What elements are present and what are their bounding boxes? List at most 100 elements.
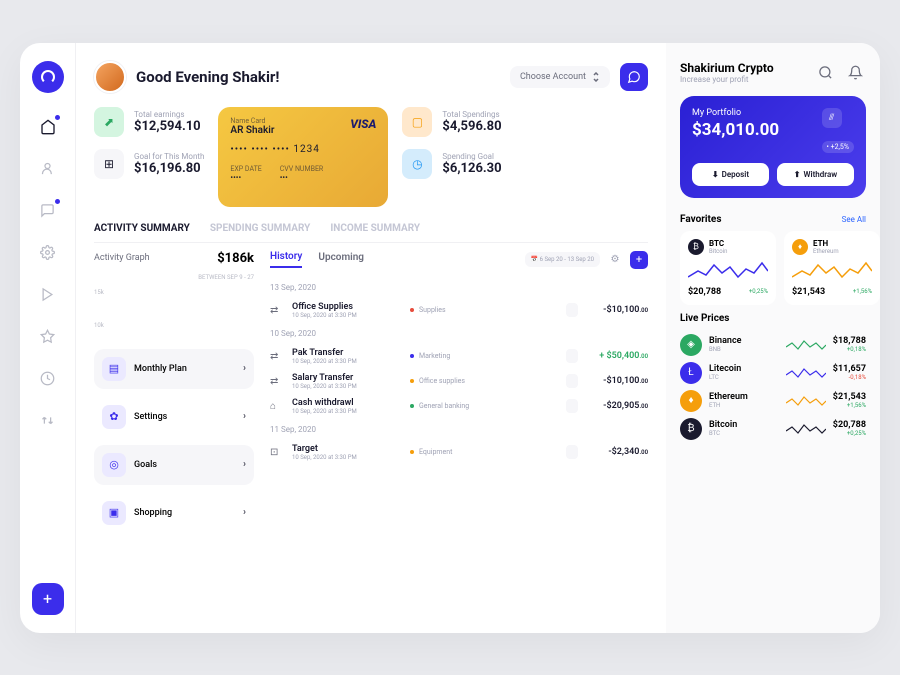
stat-earnings: ⬈ Total earnings$12,594.10	[94, 107, 204, 137]
settings-icon[interactable]: ⚙	[606, 251, 624, 269]
favorites-row: ₿BTCBitcoin$20,788+0,25%♦ETHEthereum$21,…	[680, 231, 866, 305]
transaction-date: 10 Sep, 2020	[270, 329, 648, 338]
tab-activity[interactable]: ACTIVITY SUMMARY	[94, 223, 190, 234]
graph-subtitle: BETWEEN SEP 9 - 27	[94, 274, 254, 281]
link-monthly-plan[interactable]: ▤Monthly Plan›	[94, 349, 254, 389]
sparkline	[792, 259, 872, 283]
transaction-date: 11 Sep, 2020	[270, 425, 648, 434]
bell-icon	[848, 65, 863, 80]
history-column: History Upcoming 📅 6 Sep 20 - 13 Sep 20 …	[270, 251, 648, 633]
transaction-row[interactable]: ⌂Cash withdrawl10 Sep, 2020 at 3:30 PMGe…	[270, 394, 648, 419]
tx-time: 10 Sep, 2020 at 3:30 PM	[292, 454, 402, 461]
crypto-icon: ₿	[680, 418, 702, 440]
nav-settings[interactable]	[34, 239, 62, 267]
nav-transfer[interactable]	[34, 407, 62, 435]
notifications-button[interactable]	[844, 61, 866, 83]
grid-icon: ⊞	[94, 149, 124, 179]
crypto-icon: ♦	[680, 390, 702, 412]
bag-icon: ▣	[102, 501, 126, 525]
chat-button[interactable]	[620, 63, 648, 91]
date-range-picker[interactable]: 📅 6 Sep 20 - 13 Sep 20	[525, 252, 600, 267]
left-column: Activity Graph $186k BETWEEN SEP 9 - 27 …	[94, 251, 254, 633]
sparkline	[786, 337, 826, 353]
live-prices-list: ◈BinanceBNB$18,788+0,18% ŁLitecoinLTC$11,…	[680, 334, 866, 615]
tab-income[interactable]: INCOME SUMMARY	[330, 223, 420, 234]
nav-profile[interactable]	[34, 155, 62, 183]
nav-add-button[interactable]: +	[32, 583, 64, 615]
activity-graph	[108, 293, 144, 333]
nav-history[interactable]	[34, 365, 62, 393]
sparkline	[786, 421, 826, 437]
chart-icon[interactable]: ⫻	[822, 108, 842, 128]
link-goals[interactable]: ◎Goals›	[94, 445, 254, 485]
nav-home[interactable]	[34, 113, 62, 141]
upload-icon: ⬆	[794, 170, 801, 179]
main-content: Good Evening Shakir! Choose Account ⬈ To…	[76, 43, 666, 633]
stat-goal: ⊞ Goal for This Month$16,196.80	[94, 149, 204, 179]
account-selector[interactable]: Choose Account	[510, 66, 610, 88]
chevron-right-icon: ›	[243, 507, 246, 518]
tab-upcoming[interactable]: Upcoming	[318, 252, 364, 267]
attachment-icon[interactable]	[566, 374, 578, 388]
app-logo[interactable]	[32, 61, 64, 93]
credit-card[interactable]: VISA Name Card AR Shakir •••• •••• •••• …	[218, 107, 388, 207]
tx-time: 10 Sep, 2020 at 3:30 PM	[292, 312, 402, 319]
tx-category: Marketing	[410, 352, 558, 360]
crypto-title: Shakirium Crypto	[680, 61, 814, 75]
tab-spending[interactable]: SPENDING SUMMARY	[210, 223, 311, 234]
tx-name: Salary Transfer	[292, 373, 402, 383]
deposit-button[interactable]: ⬇Deposit	[692, 163, 769, 186]
tx-name: Office Supplies	[292, 302, 402, 312]
tab-history[interactable]: History	[270, 251, 302, 268]
crypto-icon: ♦	[792, 239, 808, 255]
favorites-title: Favorites	[680, 214, 721, 225]
target-icon: ◎	[102, 453, 126, 477]
account-selector-label: Choose Account	[520, 72, 586, 82]
crypto-icon: ₿	[688, 239, 704, 255]
sidebar: +	[20, 43, 76, 633]
nav-messages[interactable]	[34, 197, 62, 225]
transfer-icon: ⊡	[270, 447, 284, 458]
tx-amount: + $50,400.00	[586, 351, 648, 361]
search-button[interactable]	[814, 61, 836, 83]
attachment-icon[interactable]	[566, 445, 578, 459]
nav-favorites[interactable]	[34, 323, 62, 351]
tx-category: General banking	[410, 402, 558, 410]
live-price-row[interactable]: ◈BinanceBNB$18,788+0,18%	[680, 334, 866, 356]
favorite-card[interactable]: ₿BTCBitcoin$20,788+0,25%	[680, 231, 776, 305]
header: Good Evening Shakir! Choose Account	[94, 61, 648, 93]
add-transaction-button[interactable]: +	[630, 251, 648, 269]
transaction-row[interactable]: ⇄Pak Transfer10 Sep, 2020 at 3:30 PMMark…	[270, 344, 648, 369]
transaction-row[interactable]: ⇄Salary Transfer10 Sep, 2020 at 3:30 PMO…	[270, 369, 648, 394]
graph-title: Activity Graph	[94, 253, 150, 263]
tx-amount: -$2,340.00	[586, 447, 648, 457]
greeting-text: Good Evening Shakir!	[136, 68, 500, 86]
sparkline	[786, 365, 826, 381]
live-price-row[interactable]: ₿BitcoinBTC$20,788+0,25%	[680, 418, 866, 440]
gear-icon: ✿	[102, 405, 126, 429]
tx-time: 10 Sep, 2020 at 3:30 PM	[292, 408, 402, 415]
link-shopping[interactable]: ▣Shopping›	[94, 493, 254, 533]
live-price-row[interactable]: ŁLitecoinLTC$11,657-0,18%	[680, 362, 866, 384]
link-settings[interactable]: ✿Settings›	[94, 397, 254, 437]
crypto-panel: Shakirium Crypto Increase your profit My…	[666, 43, 880, 633]
chevron-right-icon: ›	[243, 363, 246, 374]
transfer-icon: ⇄	[270, 305, 284, 316]
attachment-icon[interactable]	[566, 399, 578, 413]
stat-spending-goal: ◷ Spending Goal$6,126.30	[402, 149, 501, 179]
transaction-row[interactable]: ⊡Target10 Sep, 2020 at 3:30 PMEquipment-…	[270, 440, 648, 465]
nav-send[interactable]	[34, 281, 62, 309]
tx-time: 10 Sep, 2020 at 3:30 PM	[292, 358, 402, 365]
tx-name: Cash withdrawl	[292, 398, 402, 408]
attachment-icon[interactable]	[566, 303, 578, 317]
tx-amount: -$20,905.00	[586, 401, 648, 411]
favorite-card[interactable]: ♦ETHEthereum$21,543+1,56%	[784, 231, 880, 305]
attachment-icon[interactable]	[566, 349, 578, 363]
see-all-link[interactable]: See All	[842, 215, 866, 224]
withdraw-button[interactable]: ⬆Withdraw	[777, 163, 854, 186]
live-price-row[interactable]: ♦EthereumETH$21,543+1,56%	[680, 390, 866, 412]
transaction-row[interactable]: ⇄Office Supplies10 Sep, 2020 at 3:30 PMS…	[270, 298, 648, 323]
clock-icon: ◷	[402, 149, 432, 179]
user-avatar[interactable]	[94, 61, 126, 93]
sparkline	[688, 259, 768, 283]
